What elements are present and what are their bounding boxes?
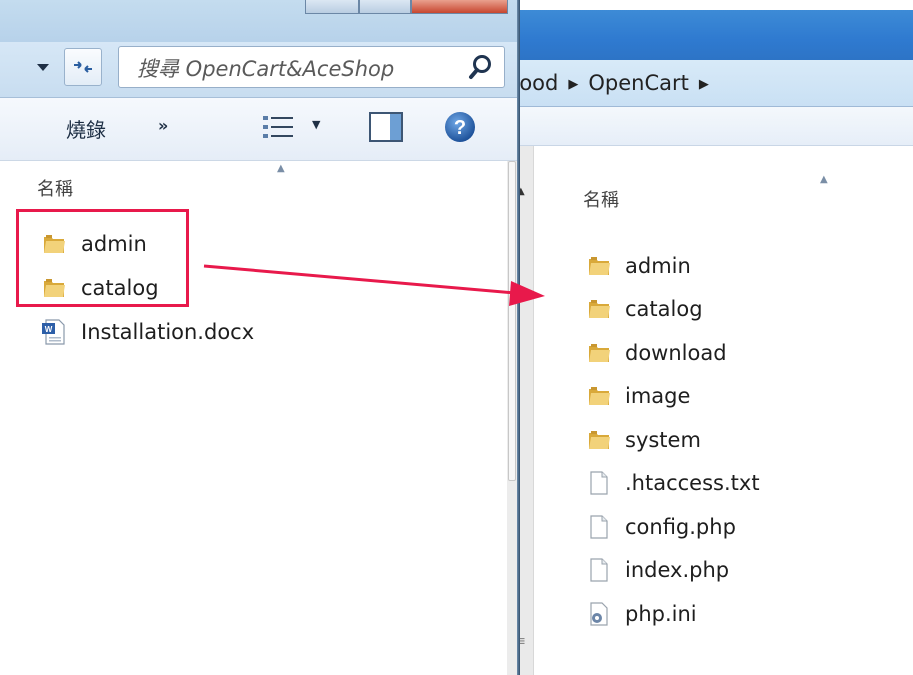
left-window-titlebar[interactable] bbox=[0, 0, 517, 42]
more-options-button[interactable]: » bbox=[158, 116, 168, 135]
breadcrumb-chevron-icon[interactable]: ▶ bbox=[568, 70, 578, 100]
sort-ascending-icon: ▲ bbox=[277, 163, 285, 174]
file-item-installation-docx[interactable]: W Installation.docx bbox=[40, 310, 254, 354]
search-placeholder: 搜尋 OpenCart&AceShop bbox=[137, 57, 395, 81]
folder-icon bbox=[586, 384, 612, 408]
refresh-arrows-icon bbox=[74, 61, 92, 73]
right-toolbar bbox=[498, 107, 913, 146]
file-item-index-php[interactable]: index.php bbox=[586, 549, 760, 593]
file-name: php.ini bbox=[625, 601, 697, 626]
text-file-icon bbox=[586, 471, 612, 495]
sort-ascending-icon: ▲ bbox=[820, 174, 828, 185]
preview-pane-icon[interactable] bbox=[369, 112, 403, 142]
column-header-name[interactable]: 名稱 bbox=[37, 175, 73, 201]
svg-text:?: ? bbox=[454, 117, 466, 139]
file-item-htaccess-txt[interactable]: .htaccess.txt bbox=[586, 462, 760, 506]
right-file-list-pane: ▲ ≡ ▲ 名稱 admincatalogdownloadimagesystem… bbox=[498, 146, 913, 675]
left-address-bar: 搜尋 OpenCart&AceShop bbox=[0, 42, 517, 98]
chevron-down-icon bbox=[37, 64, 49, 71]
file-item-system[interactable]: system bbox=[586, 418, 760, 462]
file-list: admin catalog download image system .htaccess… bbox=[586, 244, 760, 636]
folder-icon bbox=[586, 428, 612, 452]
scrollbar-thumb[interactable] bbox=[508, 161, 516, 481]
file-name: catalog bbox=[625, 297, 703, 322]
folder-icon bbox=[586, 341, 612, 365]
right-window-titlebar[interactable] bbox=[498, 10, 913, 60]
file-item-config-php[interactable]: config.php bbox=[586, 505, 760, 549]
search-icon[interactable] bbox=[468, 53, 494, 81]
file-item-catalog[interactable]: catalog bbox=[586, 288, 760, 332]
refresh-button[interactable] bbox=[64, 48, 102, 86]
file-name: config.php bbox=[625, 514, 736, 539]
left-explorer-window: 搜尋 OpenCart&AceShop 燒錄 » ▼ ? ▲ 名稱 admin c bbox=[0, 0, 520, 675]
breadcrumb-chevron-icon[interactable]: ▶ bbox=[699, 70, 709, 100]
close-button[interactable] bbox=[411, 0, 508, 14]
file-name: download bbox=[625, 340, 727, 365]
svg-text:W: W bbox=[45, 325, 53, 334]
search-input[interactable]: 搜尋 OpenCart&AceShop bbox=[118, 46, 505, 88]
folder-icon bbox=[586, 297, 612, 321]
file-name: admin bbox=[625, 253, 691, 278]
folder-icon bbox=[586, 254, 612, 278]
maximize-button[interactable] bbox=[359, 0, 411, 14]
file-name: image bbox=[625, 384, 691, 409]
file-item-admin[interactable]: admin bbox=[586, 244, 760, 288]
settings-file-icon bbox=[586, 602, 612, 626]
file-name: Installation.docx bbox=[81, 320, 255, 344]
file-name: index.php bbox=[625, 558, 730, 583]
minimize-button[interactable] bbox=[305, 0, 359, 14]
scrollbar[interactable] bbox=[507, 161, 517, 675]
file-item-image[interactable]: image bbox=[586, 375, 760, 419]
left-toolbar: 燒錄 » ▼ ? bbox=[0, 98, 517, 161]
highlight-box bbox=[16, 209, 189, 307]
recent-locations-dropdown[interactable] bbox=[26, 48, 60, 86]
help-icon[interactable]: ? bbox=[444, 111, 476, 143]
text-file-icon bbox=[586, 515, 612, 539]
right-explorer-window: Food▶OpenCart▶ ▲ ≡ ▲ 名稱 admincatalogdown… bbox=[498, 10, 913, 675]
word-document-icon: W bbox=[40, 319, 68, 345]
column-header-name[interactable]: 名稱 bbox=[583, 186, 619, 212]
text-file-icon bbox=[586, 558, 612, 582]
window-border bbox=[517, 0, 520, 675]
right-address-bar[interactable]: Food ▶ OpenCart ▶ bbox=[498, 60, 913, 107]
file-item-php-ini[interactable]: php.ini bbox=[586, 592, 760, 636]
file-name: system bbox=[625, 427, 701, 452]
view-options-icon[interactable] bbox=[261, 113, 297, 141]
breadcrumb-item-opencart[interactable]: OpenCart bbox=[588, 71, 689, 95]
view-dropdown-arrow-icon[interactable]: ▼ bbox=[312, 118, 320, 131]
breadcrumb: Food ▶ OpenCart ▶ bbox=[508, 68, 719, 98]
file-name: .htaccess.txt bbox=[625, 471, 760, 496]
file-item-download[interactable]: download bbox=[586, 331, 760, 375]
burn-button[interactable]: 燒錄 bbox=[66, 114, 106, 143]
